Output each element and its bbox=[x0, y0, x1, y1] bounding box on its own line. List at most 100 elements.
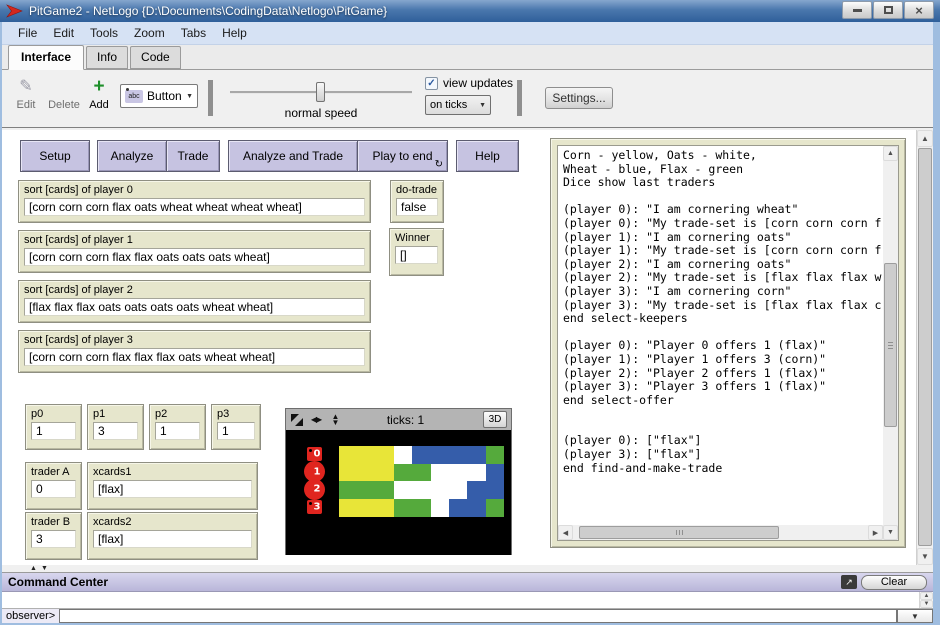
delete-tool-label: Delete bbox=[48, 99, 80, 111]
scroll-down-button[interactable]: ▼ bbox=[883, 525, 898, 540]
speed-slider-track[interactable] bbox=[230, 82, 412, 102]
monitor-label: sort [cards] of player 0 bbox=[24, 184, 365, 196]
trade-button[interactable]: Trade bbox=[166, 140, 220, 172]
patch-cell bbox=[412, 499, 431, 517]
command-center-splitter[interactable]: ▲ ▼ bbox=[2, 565, 933, 572]
output-vertical-scrollbar[interactable]: ▲ ▼ bbox=[883, 146, 898, 540]
main-vertical-scrollbar[interactable]: ▲ ▼ bbox=[916, 130, 933, 565]
observer-prompt-row: observer> ▼ bbox=[2, 609, 933, 623]
setup-button[interactable]: Setup bbox=[20, 140, 90, 172]
observer-prompt-label: observer> bbox=[2, 609, 59, 623]
title-bar[interactable]: PitGame2 - NetLogo {D:\Documents\CodingD… bbox=[0, 0, 940, 22]
help-button[interactable]: Help bbox=[456, 140, 519, 172]
resize-horizontal-icon[interactable]: ◀▶ bbox=[309, 413, 323, 426]
tab-info[interactable]: Info bbox=[86, 46, 128, 69]
menu-zoom[interactable]: Zoom bbox=[126, 23, 173, 43]
splitter-down-icon[interactable]: ▼ bbox=[41, 565, 48, 572]
delete-trash-icon bbox=[58, 78, 71, 96]
patch-cell bbox=[412, 446, 431, 464]
interface-canvas: Setup Analyze Trade Analyze and Trade Pl… bbox=[2, 130, 916, 565]
player-marker-die: 0 bbox=[307, 447, 322, 461]
monitor-player3: sort [cards] of player 3 [corn corn corn… bbox=[18, 330, 371, 373]
add-tool-label: Add bbox=[89, 99, 109, 111]
menu-help[interactable]: Help bbox=[214, 23, 255, 43]
world-canvas[interactable]: 0123 bbox=[286, 430, 511, 555]
play-to-end-button[interactable]: Play to end ↻ bbox=[357, 140, 448, 172]
add-tool-button[interactable]: + Add bbox=[86, 78, 112, 111]
settings-button[interactable]: Settings... bbox=[545, 87, 613, 109]
splitter-up-icon[interactable]: ▲ bbox=[30, 565, 37, 572]
patch-cell bbox=[339, 446, 358, 464]
monitor-trader-b: trader B 3 bbox=[25, 512, 82, 560]
analyze-button[interactable]: Analyze bbox=[97, 140, 167, 172]
scrollbar-track[interactable] bbox=[883, 161, 898, 525]
scroll-right-button[interactable]: ▶ bbox=[868, 525, 883, 540]
forever-icon: ↻ bbox=[435, 159, 443, 170]
agent-type-dropdown[interactable]: ▼ bbox=[897, 609, 933, 623]
monitor-label: xcards1 bbox=[93, 466, 252, 478]
interface-area: Setup Analyze Trade Analyze and Trade Pl… bbox=[2, 130, 933, 565]
analyze-and-trade-button[interactable]: Analyze and Trade bbox=[228, 140, 358, 172]
patch-cell bbox=[431, 499, 450, 517]
patch-cell bbox=[394, 446, 413, 464]
clear-button[interactable]: Clear bbox=[861, 575, 927, 590]
patch-cell bbox=[486, 464, 505, 482]
scrollbar-thumb[interactable] bbox=[918, 148, 932, 546]
maximize-button[interactable] bbox=[873, 1, 903, 19]
scrollbar-thumb[interactable] bbox=[884, 263, 897, 427]
monitor-label: trader B bbox=[31, 516, 76, 528]
scroll-up-button[interactable]: ▲ bbox=[917, 130, 933, 147]
scroll-left-button[interactable]: ◀ bbox=[558, 525, 573, 540]
scroll-down-button[interactable]: ▼ bbox=[917, 548, 933, 565]
command-output-scrollbar[interactable]: ▲ ▼ bbox=[919, 592, 933, 608]
close-button[interactable]: × bbox=[904, 1, 934, 19]
scroll-up-button[interactable]: ▲ bbox=[883, 146, 898, 161]
add-plus-icon: + bbox=[93, 78, 104, 96]
menu-edit[interactable]: Edit bbox=[45, 23, 82, 43]
widget-type-value: Button bbox=[147, 89, 182, 103]
monitor-value: [flax flax flax oats oats oats oats whea… bbox=[24, 298, 365, 316]
patch-cell bbox=[467, 499, 486, 517]
close-icon: × bbox=[915, 4, 923, 17]
resize-vertical-icon[interactable]: ▲ ▼ bbox=[328, 413, 342, 426]
menu-tools[interactable]: Tools bbox=[82, 23, 126, 43]
speed-slider-thumb[interactable] bbox=[316, 82, 325, 102]
menu-bar: File Edit Tools Zoom Tabs Help bbox=[2, 22, 933, 45]
resize-diagonal-icon[interactable] bbox=[290, 413, 304, 426]
minimize-button[interactable] bbox=[842, 1, 872, 19]
chevron-down-icon: ▼ bbox=[911, 612, 919, 621]
view-header: ◀▶ ▲ ▼ ticks: 1 3D bbox=[286, 409, 511, 430]
update-mode-dropdown[interactable]: on ticks ▼ bbox=[425, 95, 491, 115]
toolbar: ✎ Edit Delete + Add abc Button ▼ no bbox=[2, 70, 933, 128]
monitor-value: false bbox=[396, 198, 438, 216]
export-window-button[interactable]: ↗ bbox=[841, 575, 857, 589]
output-inner: Corn - yellow, Oats - white, Wheat - blu… bbox=[557, 145, 899, 541]
scrollbar-track[interactable] bbox=[573, 525, 868, 540]
command-center-title: Command Center bbox=[8, 575, 108, 589]
widget-type-dropdown[interactable]: abc Button ▼ bbox=[120, 84, 198, 108]
patch-cell bbox=[449, 464, 468, 482]
view-3d-button[interactable]: 3D bbox=[483, 411, 507, 428]
chevron-down-icon: ▼ bbox=[479, 102, 486, 109]
button-widget-icon: abc bbox=[125, 90, 143, 103]
command-input[interactable] bbox=[59, 609, 897, 623]
tab-interface[interactable]: Interface bbox=[8, 45, 84, 70]
view-updates-checkbox[interactable]: ✓ bbox=[425, 77, 438, 90]
monitor-label: Winner bbox=[395, 232, 438, 244]
scrollbar-thumb[interactable] bbox=[579, 526, 779, 539]
menu-file[interactable]: File bbox=[10, 23, 45, 43]
left-arrow-icon: ◀ bbox=[563, 529, 568, 537]
view-updates-checkbox-row[interactable]: ✓ view updates bbox=[425, 76, 513, 90]
output-horizontal-scrollbar[interactable]: ◀ ▶ bbox=[558, 525, 883, 540]
patch-cell bbox=[394, 499, 413, 517]
patch-cell bbox=[394, 464, 413, 482]
patch-cell bbox=[467, 464, 486, 482]
delete-tool-button[interactable]: Delete bbox=[46, 78, 82, 111]
edit-tool-button[interactable]: ✎ Edit bbox=[12, 78, 40, 111]
patch-cell bbox=[376, 499, 395, 517]
scroll-down-button[interactable]: ▼ bbox=[920, 600, 933, 608]
menu-tabs[interactable]: Tabs bbox=[173, 23, 214, 43]
patch-cell bbox=[412, 464, 431, 482]
tab-code[interactable]: Code bbox=[130, 46, 181, 69]
scroll-up-button[interactable]: ▲ bbox=[920, 592, 933, 600]
